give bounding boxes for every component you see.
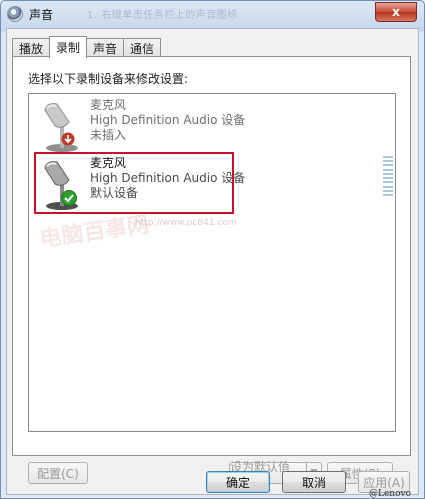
window-title: 声音	[29, 7, 54, 22]
close-icon: x	[392, 5, 400, 19]
tab-communications[interactable]: 通信	[123, 38, 162, 57]
tab-playback[interactable]: 播放	[12, 38, 51, 57]
device-item-microphone-unplugged[interactable]: 麦克风 High Definition Audio 设备 未插入	[35, 96, 245, 152]
background-caption: 1. 右键单击任务栏上的声音图标	[87, 10, 238, 21]
device-list[interactable]: 电脑百事网 麦克风 High Definition Audio 设备 未插入 麦…	[28, 93, 396, 432]
footer-credit: @Lenovo	[368, 489, 411, 499]
instruction-text: 选择以下录制设备来修改设置:	[28, 72, 189, 86]
highlight-box	[34, 152, 234, 214]
device-text: 麦克风 High Definition Audio 设备 未插入	[90, 98, 245, 143]
device-name: 麦克风	[90, 98, 127, 112]
dialog-client-area: 播放 录制 声音 通信 选择以下录制设备来修改设置: 电脑百事网 麦克风 Hig…	[6, 28, 419, 495]
device-status: 未插入	[90, 128, 127, 142]
speaker-icon	[7, 6, 23, 22]
sound-dialog: 声音 1. 右键单击任务栏上的声音图标 x 播放 录制 声音 通信 选择以下录制…	[0, 0, 425, 499]
title-bar[interactable]: 声音 1. 右键单击任务栏上的声音图标 x	[1, 1, 424, 27]
watermark-url: http://www.pc841.com	[135, 218, 237, 228]
device-description: High Definition Audio 设备	[90, 113, 246, 127]
tab-sounds[interactable]: 声音	[86, 38, 125, 57]
tab-recording[interactable]: 录制	[49, 36, 88, 58]
recording-panel: 选择以下录制设备来修改设置: 电脑百事网 麦克风 High Definition…	[12, 56, 411, 489]
ok-button[interactable]: 确定	[206, 471, 270, 493]
tab-strip: 播放 录制 声音 通信	[12, 36, 162, 58]
cancel-button[interactable]: 取消	[282, 471, 346, 493]
down-arrow-badge-icon	[61, 132, 75, 146]
configure-button[interactable]: 配置(C)	[28, 462, 88, 484]
audio-level-meter	[383, 156, 393, 196]
close-button[interactable]: x	[375, 2, 417, 22]
